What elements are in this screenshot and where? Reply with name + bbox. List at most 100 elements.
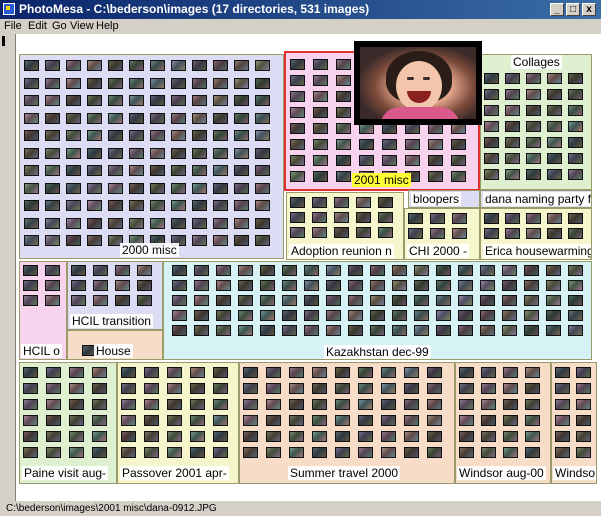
photo-thumbnail[interactable] [427, 447, 442, 458]
photo-thumbnail[interactable] [129, 130, 144, 141]
photo-thumbnail[interactable] [129, 112, 144, 124]
photo-thumbnail[interactable] [171, 182, 186, 194]
photo-thumbnail[interactable] [45, 295, 60, 306]
photo-thumbnail[interactable] [167, 367, 182, 378]
photo-thumbnail[interactable] [451, 139, 466, 150]
photo-thumbnail[interactable] [312, 447, 327, 458]
photo-thumbnail[interactable] [171, 200, 186, 211]
photo-thumbnail[interactable] [290, 75, 305, 86]
photo-thumbnail[interactable] [547, 169, 562, 180]
photo-thumbnail[interactable] [66, 95, 81, 106]
photo-thumbnail[interactable] [576, 415, 591, 426]
photo-thumbnail[interactable] [266, 447, 281, 458]
photo-thumbnail[interactable] [568, 265, 583, 276]
photo-thumbnail[interactable] [358, 383, 373, 394]
photo-thumbnail[interactable] [93, 295, 108, 306]
photo-thumbnail[interactable] [108, 182, 123, 194]
photo-thumbnail[interactable] [190, 399, 205, 410]
photo-thumbnail[interactable] [525, 431, 540, 442]
photo-thumbnail[interactable] [505, 137, 520, 148]
photo-thumbnail[interactable] [194, 280, 209, 291]
photo-thumbnail[interactable] [502, 295, 517, 306]
photo-thumbnail[interactable] [290, 59, 305, 70]
photo-thumbnail[interactable] [255, 165, 270, 176]
photo-thumbnail[interactable] [428, 139, 443, 150]
photo-thumbnail[interactable] [167, 383, 182, 394]
photo-thumbnail[interactable] [503, 415, 518, 426]
menu-view[interactable]: View [70, 19, 94, 34]
photo-thumbnail[interactable] [243, 431, 258, 442]
photo-thumbnail[interactable] [502, 310, 517, 321]
photo-thumbnail[interactable] [336, 171, 351, 182]
close-button[interactable]: x [582, 3, 596, 16]
photo-thumbnail[interactable] [24, 147, 39, 159]
photo-thumbnail[interactable] [524, 295, 539, 306]
photo-thumbnail[interactable] [427, 415, 442, 426]
photo-thumbnail[interactable] [484, 213, 499, 224]
photo-thumbnail[interactable] [144, 399, 159, 410]
photo-thumbnail[interactable] [503, 367, 518, 378]
photo-thumbnail[interactable] [459, 415, 474, 426]
photo-thumbnail[interactable] [524, 265, 539, 276]
photo-thumbnail[interactable] [312, 415, 327, 426]
photo-thumbnail[interactable] [526, 137, 541, 148]
photo-thumbnail[interactable] [23, 447, 38, 458]
photo-thumbnail[interactable] [290, 91, 305, 102]
photo-thumbnail[interactable] [458, 325, 473, 336]
photo-thumbnail[interactable] [526, 153, 541, 164]
photo-thumbnail[interactable] [87, 182, 102, 194]
photo-thumbnail[interactable] [336, 123, 351, 134]
photo-thumbnail[interactable] [381, 447, 396, 458]
photo-thumbnail[interactable] [451, 171, 466, 182]
photo-thumbnail[interactable] [436, 295, 451, 306]
photo-thumbnail[interactable] [46, 399, 61, 410]
photo-thumbnail[interactable] [23, 399, 38, 410]
photo-thumbnail[interactable] [502, 325, 517, 336]
photo-thumbnail[interactable] [392, 280, 407, 291]
photo-thumbnail[interactable] [290, 171, 305, 182]
photo-thumbnail[interactable] [458, 280, 473, 291]
photo-thumbnail[interactable] [46, 383, 61, 394]
photo-thumbnail[interactable] [481, 367, 496, 378]
photo-thumbnail[interactable] [436, 325, 451, 336]
photo-thumbnail[interactable] [436, 310, 451, 321]
menu-edit[interactable]: Edit [28, 19, 47, 34]
photo-thumbnail[interactable] [505, 105, 520, 116]
photo-thumbnail[interactable] [348, 325, 363, 336]
photo-thumbnail[interactable] [66, 112, 81, 124]
photo-thumbnail[interactable] [234, 182, 249, 194]
photo-thumbnail[interactable] [213, 130, 228, 141]
photo-thumbnail[interactable] [234, 165, 249, 176]
photo-thumbnail[interactable] [392, 295, 407, 306]
photo-thumbnail[interactable] [503, 447, 518, 458]
photo-thumbnail[interactable] [234, 147, 249, 159]
photo-thumbnail[interactable] [24, 112, 39, 124]
photo-thumbnail[interactable] [568, 213, 583, 224]
photo-thumbnail[interactable] [266, 399, 281, 410]
photo-thumbnail[interactable] [526, 89, 541, 100]
photo-thumbnail[interactable] [547, 137, 562, 148]
photo-thumbnail[interactable] [451, 155, 466, 166]
photo-thumbnail[interactable] [547, 105, 562, 116]
photo-thumbnail[interactable] [172, 325, 187, 336]
photo-thumbnail[interactable] [335, 367, 350, 378]
photo-thumbnail[interactable] [313, 155, 328, 166]
photo-thumbnail[interactable] [121, 447, 136, 458]
photo-thumbnail[interactable] [213, 431, 228, 442]
photo-thumbnail[interactable] [335, 447, 350, 458]
photo-thumbnail[interactable] [282, 265, 297, 276]
photo-thumbnail[interactable] [359, 139, 374, 150]
photo-thumbnail[interactable] [378, 212, 393, 223]
photo-thumbnail[interactable] [313, 75, 328, 86]
photo-thumbnail[interactable] [255, 130, 270, 141]
photo-thumbnail[interactable] [505, 89, 520, 100]
photo-thumbnail[interactable] [24, 235, 39, 246]
photo-thumbnail[interactable] [192, 60, 207, 71]
photo-thumbnail[interactable] [290, 197, 305, 208]
photo-thumbnail[interactable] [484, 169, 499, 180]
photo-thumbnail[interactable] [502, 265, 517, 276]
photo-thumbnail[interactable] [69, 415, 84, 426]
photo-thumbnail[interactable] [66, 200, 81, 211]
photo-thumbnail[interactable] [414, 295, 429, 306]
photo-thumbnail[interactable] [335, 383, 350, 394]
